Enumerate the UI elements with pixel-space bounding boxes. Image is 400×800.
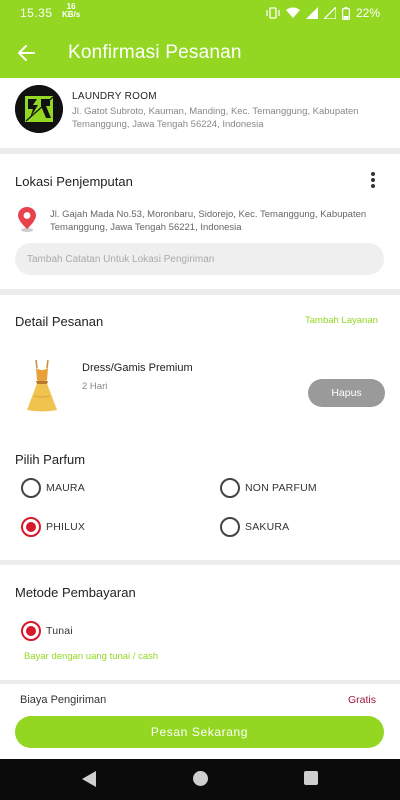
payment-radio-tunai[interactable] <box>21 621 41 641</box>
signal-icon <box>305 7 318 19</box>
more-options-icon[interactable] <box>369 171 377 189</box>
add-service-link[interactable]: Tambah Layanan <box>305 315 378 326</box>
perfume-label-sakura: SAKURA <box>245 521 290 533</box>
perfume-label-maura: MAURA <box>46 482 85 494</box>
back-arrow-icon[interactable] <box>14 40 40 66</box>
location-pin-icon <box>18 207 36 232</box>
status-bar: 15.35 16 KB/s 22% <box>0 0 400 28</box>
item-name: Dress/Gamis Premium <box>82 362 193 374</box>
page-title: Konfirmasi Pesanan <box>68 42 242 63</box>
nav-home-icon[interactable] <box>193 771 208 786</box>
order-now-button[interactable]: Pesan Sekarang <box>15 716 384 748</box>
payment-card <box>0 565 400 680</box>
pickup-note-input[interactable] <box>15 243 384 275</box>
nav-back-icon[interactable] <box>81 770 97 788</box>
perfume-radio-non-parfum[interactable] <box>220 478 240 498</box>
signal-icon-2 <box>323 7 336 19</box>
shipping-value: Gratis <box>348 694 377 706</box>
perfume-label-philux: PHILUX <box>46 521 86 533</box>
item-duration: 2 Hari <box>82 381 108 392</box>
payment-label-tunai: Tunai <box>46 625 73 637</box>
nav-recents-icon[interactable] <box>304 771 318 785</box>
vibrate-icon <box>266 7 280 19</box>
perfume-radio-maura[interactable] <box>21 478 41 498</box>
pickup-title: Lokasi Penjemputan <box>15 174 133 189</box>
perfume-radio-sakura[interactable] <box>220 517 240 537</box>
status-time: 15.35 <box>20 6 53 20</box>
payment-title: Metode Pembayaran <box>15 585 136 600</box>
app-bar: Konfirmasi Pesanan <box>0 28 400 78</box>
pickup-address: Jl. Gajah Mada No.53, Moronbaru, Sidorej… <box>50 209 367 233</box>
remove-item-button[interactable]: Hapus <box>308 379 385 407</box>
net-speed: 16 KB/s <box>62 3 80 19</box>
order-detail-title: Detail Pesanan <box>15 314 104 329</box>
perfume-title: Pilih Parfum <box>15 452 86 467</box>
battery-level: 22% <box>355 6 380 20</box>
perfume-radio-philux[interactable] <box>21 517 41 537</box>
laundry-logo <box>15 85 63 133</box>
laundry-name: LAUNDRY ROOM <box>72 91 157 102</box>
shipping-label: Biaya Pengiriman <box>20 694 107 706</box>
laundry-address: Jl. Gatot Subroto, Kauman, Manding, Kec.… <box>72 106 359 130</box>
battery-icon <box>341 6 350 20</box>
dress-icon <box>27 360 57 412</box>
payment-note: Bayar dengan uang tunai / cash <box>24 651 159 662</box>
wifi-icon <box>285 7 300 18</box>
net-speed-unit: KB/s <box>62 10 81 19</box>
system-nav-bar <box>0 759 400 800</box>
perfume-label-non-parfum: NON PARFUM <box>245 482 317 494</box>
status-icons: 22% <box>266 6 380 20</box>
